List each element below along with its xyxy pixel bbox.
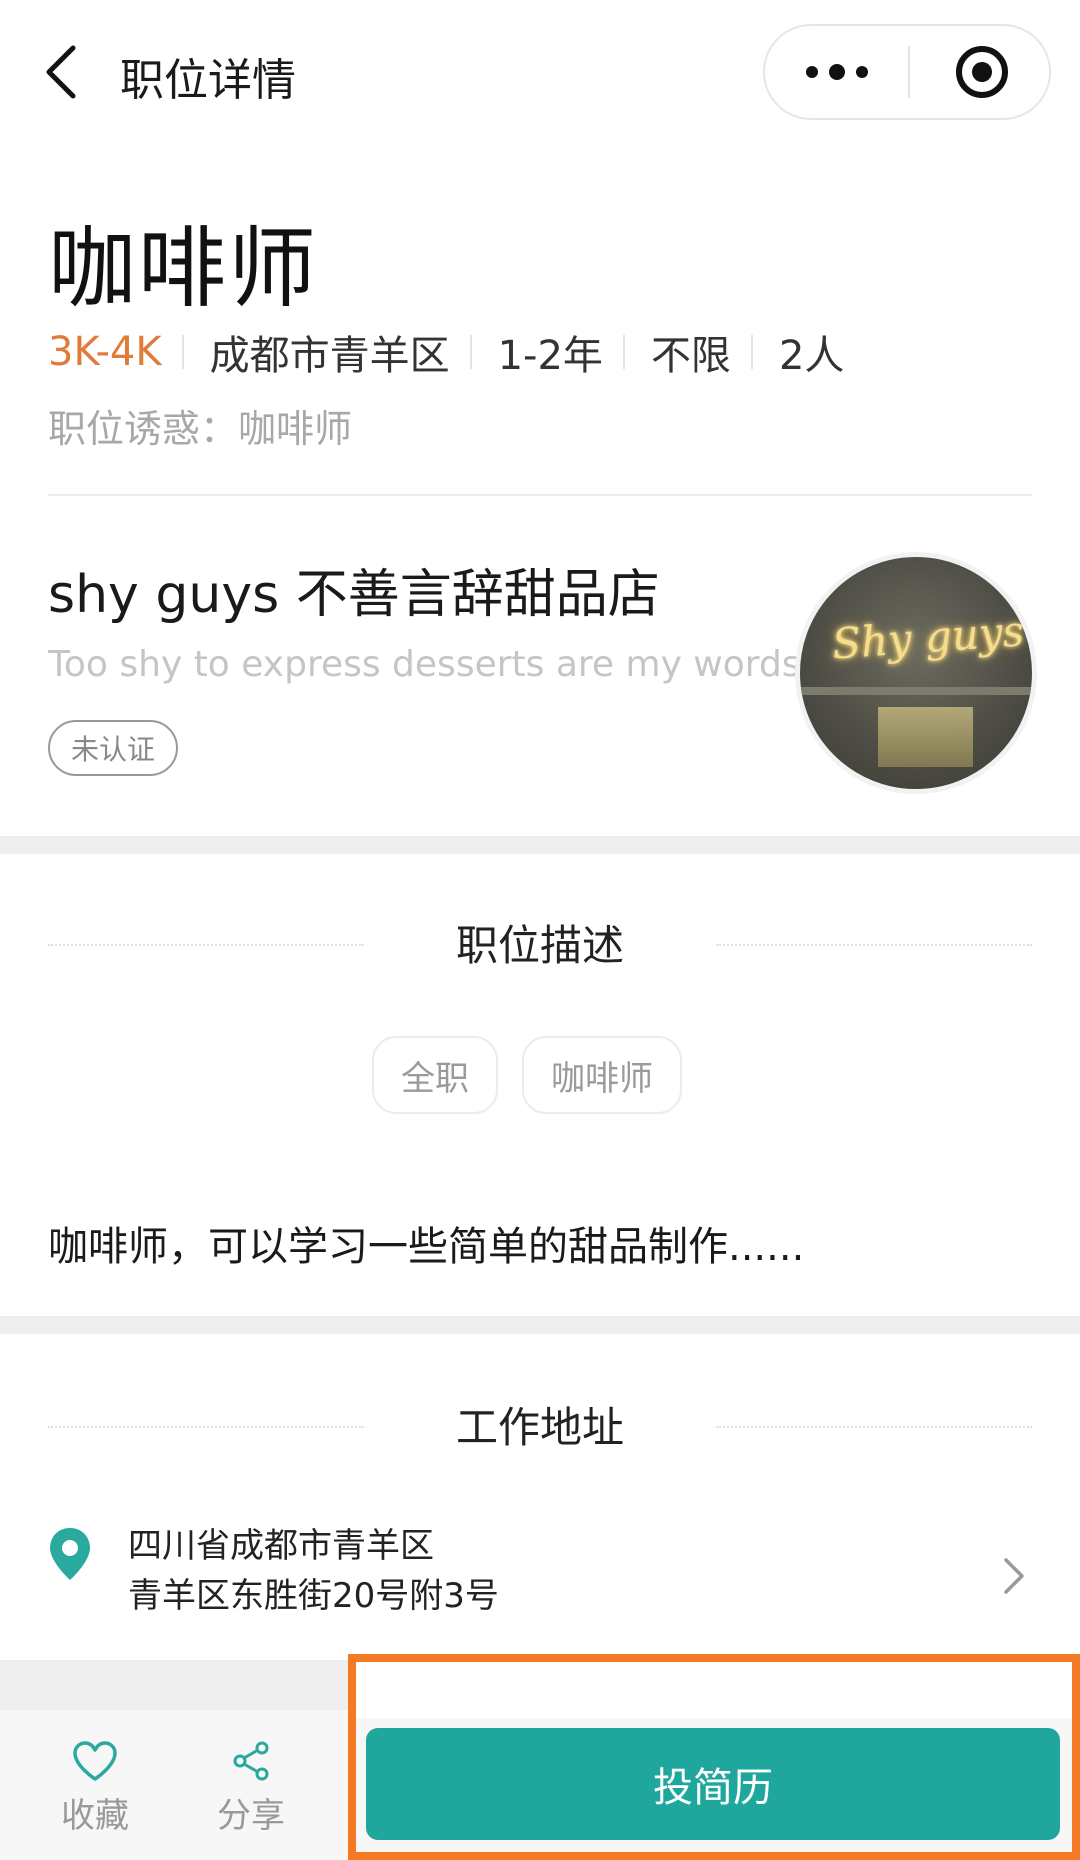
- company-name[interactable]: shy guys 不善言辞甜品店: [48, 552, 660, 627]
- share-icon: [233, 1741, 269, 1781]
- logo-lintel: [800, 687, 1032, 695]
- meta-separator: [750, 335, 753, 369]
- job-experience: 1-2年: [497, 333, 603, 379]
- share-label: 分享: [217, 1796, 285, 1836]
- dot: [828, 64, 845, 80]
- chevron-left-icon: [46, 45, 76, 99]
- section-gap: [0, 836, 1080, 854]
- section-title-description: 职位描述: [455, 921, 624, 970]
- verification-badge: 未认证: [48, 720, 178, 776]
- section-title-address: 工作地址: [455, 1403, 624, 1452]
- meta-separator: [622, 335, 625, 369]
- job-description-text: 咖啡师，可以学习一些简单的甜品制作......: [48, 1224, 805, 1270]
- meta-separator: [469, 335, 472, 369]
- job-headcount: 2人: [778, 333, 845, 379]
- page-title: 职位详情: [120, 55, 296, 106]
- capsule-menu: [763, 24, 1051, 120]
- address-street: 青羊区东胜街20号附3号: [128, 1576, 499, 1616]
- job-location: 成都市青羊区: [209, 333, 450, 379]
- navigation-bar: 职位详情: [0, 0, 1080, 150]
- meta-separator: [181, 335, 184, 369]
- logo-text: Shy guys: [830, 606, 1026, 669]
- job-meta-row: 3K-4K 成都市青羊区 1-2年 不限 2人: [48, 329, 844, 379]
- highlight-annotation-box: [348, 1654, 1080, 1860]
- more-button[interactable]: [765, 26, 908, 118]
- dot: [805, 66, 818, 78]
- logo-door: [878, 707, 973, 767]
- company-slogan: Too shy to express desserts are my words: [48, 644, 801, 685]
- job-education: 不限: [650, 333, 731, 379]
- address-region: 四川省成都市青羊区: [128, 1526, 434, 1566]
- favorite-button[interactable]: 收藏: [40, 1740, 150, 1837]
- close-miniprogram-button[interactable]: [910, 26, 1053, 118]
- salary-range: 3K-4K: [48, 329, 162, 375]
- job-title: 咖啡师: [48, 217, 319, 320]
- chevron-right-icon[interactable]: [1002, 1556, 1026, 1600]
- job-tag: 全职: [372, 1036, 498, 1114]
- heart-icon: [73, 1741, 117, 1781]
- company-logo[interactable]: Shy guys: [795, 552, 1037, 794]
- location-pin-icon: [48, 1526, 92, 1586]
- divider: [48, 494, 1032, 496]
- dot: [855, 66, 868, 78]
- target-close-icon: [955, 46, 1008, 98]
- job-tag: 咖啡师: [522, 1036, 682, 1114]
- section-gap: [0, 1316, 1080, 1334]
- share-button[interactable]: 分享: [196, 1740, 306, 1837]
- back-button[interactable]: [36, 42, 86, 102]
- favorite-label: 收藏: [61, 1796, 129, 1836]
- job-temptation: 职位诱惑：咖啡师: [48, 407, 353, 451]
